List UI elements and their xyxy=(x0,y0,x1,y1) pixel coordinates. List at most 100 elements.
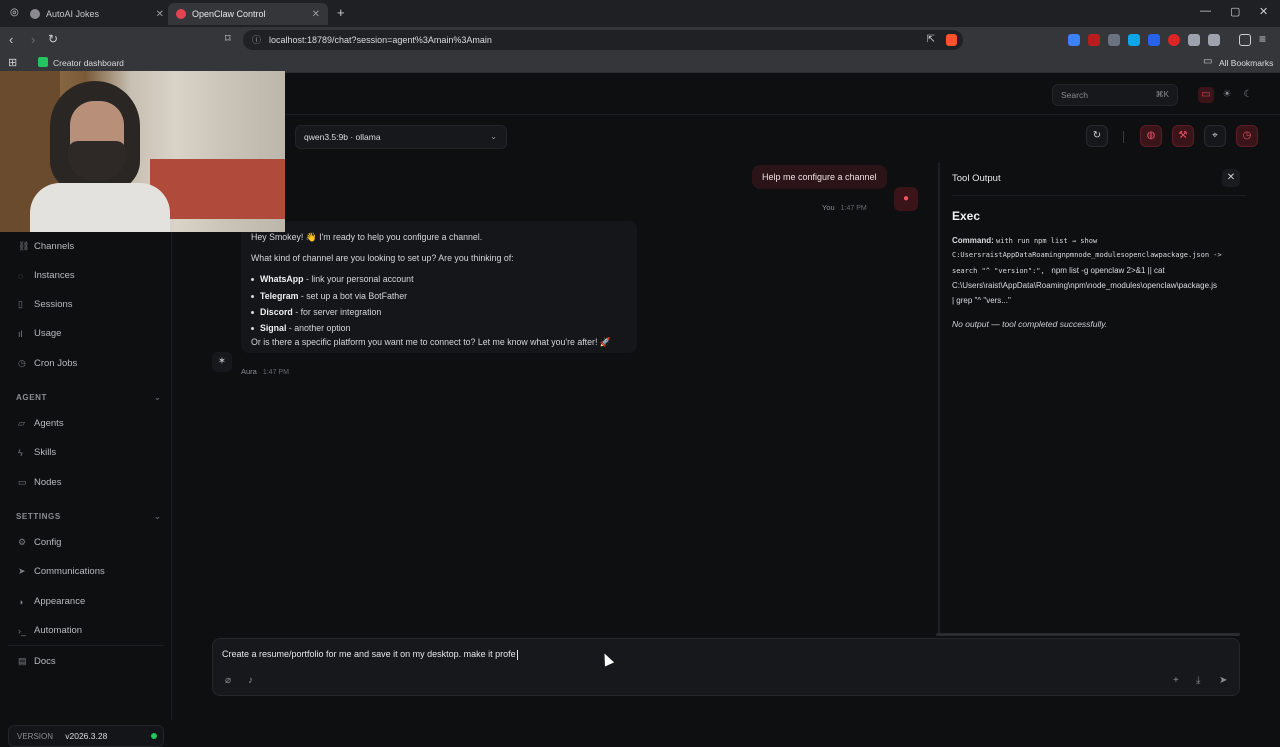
maximize-icon[interactable]: ▢ xyxy=(1230,5,1240,18)
extension-icon[interactable] xyxy=(1068,34,1080,46)
theme-system-icon[interactable]: ▭ xyxy=(1198,87,1214,103)
tab-favicon-icon xyxy=(176,9,186,19)
sidebar-item-skills[interactable]: ϟ Skills xyxy=(18,447,56,458)
bolt-icon: ϟ xyxy=(18,447,23,458)
command-label: Command: xyxy=(952,236,994,245)
tool-output-title: Exec xyxy=(952,209,981,223)
sidebar-item-instances[interactable]: ◌ Instances xyxy=(18,270,75,281)
back-icon[interactable]: ‹ xyxy=(9,32,13,47)
sidebar-item-communications[interactable]: ➤ Communications xyxy=(18,566,105,577)
tools-toggle-button[interactable]: ⚒ xyxy=(1172,125,1194,147)
brain-toggle-button[interactable]: ◍ xyxy=(1140,125,1162,147)
wrench-icon: ⚒ xyxy=(1178,130,1188,141)
forward-icon[interactable]: › xyxy=(31,32,35,47)
extension-icon[interactable] xyxy=(1128,34,1140,46)
extensions-puzzle-icon[interactable] xyxy=(1188,34,1200,46)
tab-autoai-jokes[interactable]: AutoAI Jokes ✕ xyxy=(22,3,172,25)
sidebar-item-automation[interactable]: ›_ Automation xyxy=(18,625,82,636)
close-tab-icon[interactable]: ✕ xyxy=(156,9,164,20)
sidebar-item-label: Agents xyxy=(34,418,64,429)
refresh-icon: ↻ xyxy=(1092,130,1102,141)
apps-grid-icon[interactable]: ⊞ xyxy=(8,56,17,69)
new-tab-icon[interactable]: + xyxy=(337,5,345,20)
all-bookmarks[interactable]: All Bookmarks xyxy=(1219,58,1273,68)
chevron-down-icon: ⌄ xyxy=(154,512,162,521)
sidebar-section-settings[interactable]: SETTINGS ⌄ xyxy=(16,512,161,521)
download-icon[interactable]: ⤓ xyxy=(1196,675,1200,686)
chevron-down-icon: ⌄ xyxy=(154,393,162,402)
bullet xyxy=(251,327,254,331)
browser-menu-icon[interactable]: ◎ xyxy=(10,7,19,18)
toolbar-divider xyxy=(1123,131,1124,143)
palette-icon: ◑ xyxy=(18,596,24,607)
assistant-avatar-icon: ✶ xyxy=(212,352,232,372)
model-select[interactable]: qwen3.5:9b · ollama ⌄ xyxy=(295,125,507,149)
share-icon[interactable]: ⇱ xyxy=(927,30,935,50)
bookmark-icon[interactable]: ⌑ xyxy=(225,32,231,45)
assistant-closing: Or is there a specific platform you want… xyxy=(251,337,611,347)
bookmark-creator-dashboard[interactable]: Creator dashboard xyxy=(53,58,124,68)
option-desc: - another option xyxy=(286,323,351,333)
extension-icon[interactable] xyxy=(1148,34,1160,46)
assistant-message-meta: Aura 1:47 PM xyxy=(241,367,289,376)
person-shirt xyxy=(30,183,170,232)
theme-light-icon[interactable]: ☀ xyxy=(1219,87,1235,103)
clock-icon: ◷ xyxy=(18,358,26,368)
close-window-icon[interactable]: ✕ xyxy=(1259,5,1268,18)
reload-icon[interactable]: ↻ xyxy=(48,32,58,46)
extension-icon[interactable] xyxy=(1108,34,1120,46)
sidebar-item-usage[interactable]: ıl Usage xyxy=(18,328,61,339)
webcam-overlay xyxy=(0,71,285,232)
composer-input[interactable]: Create a resume/portfolio for me and sav… xyxy=(222,649,518,660)
sidebar-item-label: Channels xyxy=(34,241,75,252)
version-number: v2026.3.28 xyxy=(65,731,108,741)
tab-openclaw-control[interactable]: OpenClaw Control ✕ xyxy=(168,3,328,25)
search-input[interactable]: Search ⌘K xyxy=(1052,84,1178,106)
refresh-button[interactable]: ↻ xyxy=(1086,125,1108,147)
attach-icon[interactable]: ⌀ xyxy=(225,675,231,686)
assistant-option: WhatsApp - link your personal account xyxy=(251,273,414,286)
close-icon[interactable]: ✕ xyxy=(1222,169,1240,187)
user-message-bubble: Help me configure a channel xyxy=(752,165,887,189)
brain-icon: ◍ xyxy=(1146,130,1156,141)
focus-icon: ⌖ xyxy=(1212,130,1218,141)
sidebar-item-label: Cron Jobs xyxy=(34,358,78,369)
close-tab-icon[interactable]: ✕ xyxy=(312,9,320,20)
tool-panel-scrollbar[interactable] xyxy=(936,633,1240,636)
user-message-meta: You 1:47 PM xyxy=(822,203,867,212)
sidebar-item-appearance[interactable]: ◑ Appearance xyxy=(18,596,85,607)
divider xyxy=(952,195,1246,196)
browser-menu-icon[interactable]: ≡ xyxy=(1259,32,1266,46)
history-button[interactable]: ◷ xyxy=(1236,125,1258,147)
url-field[interactable]: ⓘ localhost:18789/chat?session=agent%3Am… xyxy=(243,30,963,50)
section-label: AGENT xyxy=(16,393,47,402)
sidebar-item-agents[interactable]: ▱ Agents xyxy=(18,418,64,429)
bullet xyxy=(251,295,254,299)
gear-icon: ⚙ xyxy=(18,537,27,547)
extension-icon[interactable] xyxy=(1088,34,1100,46)
sidebar-divider xyxy=(8,645,164,646)
brave-shield-icon[interactable] xyxy=(946,34,957,46)
sidebar-item-config[interactable]: ⚙ Config xyxy=(18,537,61,548)
site-info-icon[interactable]: ⓘ xyxy=(252,30,261,50)
send-icon[interactable]: ➤ xyxy=(1219,675,1227,686)
browser-tab-bar: ◎ AutoAI Jokes ✕ OpenClaw Control ✕ + — … xyxy=(0,0,1280,27)
sidebar-toggle-icon[interactable] xyxy=(1239,34,1251,46)
sidebar-item-channels[interactable]: ⛓ Channels xyxy=(18,241,74,252)
theme-dark-icon[interactable]: ☾ xyxy=(1240,87,1256,103)
sidebar-item-nodes[interactable]: ▭ Nodes xyxy=(18,477,61,488)
tool-output-header: Tool Output xyxy=(952,173,1001,184)
add-icon[interactable]: + xyxy=(1173,675,1179,686)
message-composer[interactable]: Create a resume/portfolio for me and sav… xyxy=(212,638,1240,696)
extension-icon[interactable] xyxy=(1168,34,1180,46)
focus-mode-button[interactable]: ⌖ xyxy=(1204,125,1226,147)
search-shortcut: ⌘K xyxy=(1155,90,1169,99)
sidebar-item-cron-jobs[interactable]: ◷ Cron Jobs xyxy=(18,358,77,369)
sidebar-section-agent[interactable]: AGENT ⌄ xyxy=(16,393,161,402)
microphone-icon[interactable]: ♪ xyxy=(248,675,253,686)
download-icon[interactable] xyxy=(1208,34,1220,46)
assistant-option: Signal - another option xyxy=(251,322,350,335)
minimize-icon[interactable]: — xyxy=(1200,5,1211,17)
sidebar-item-docs[interactable]: ▤ Docs xyxy=(18,656,56,667)
sidebar-item-sessions[interactable]: ▯ Sessions xyxy=(18,299,73,310)
